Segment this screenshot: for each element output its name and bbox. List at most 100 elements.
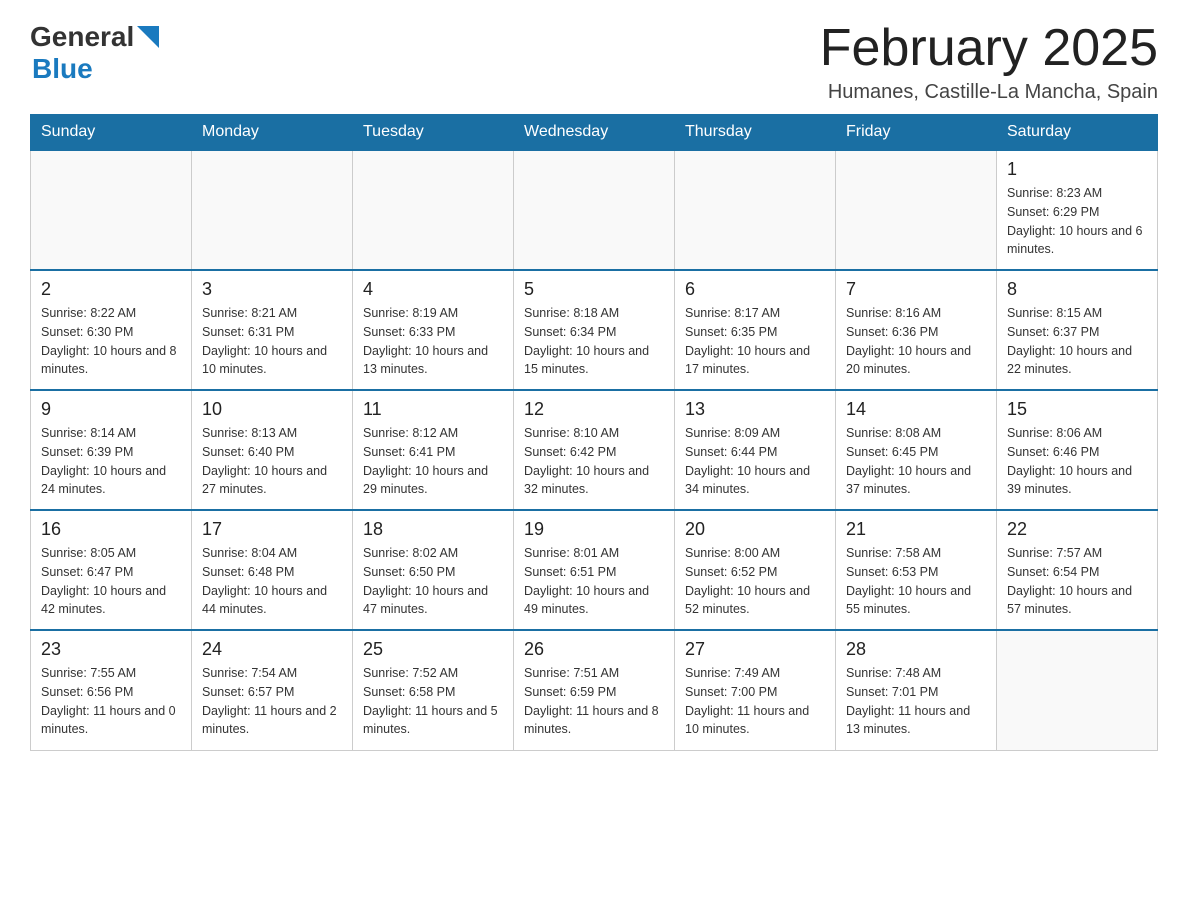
day-number: 10 <box>202 399 342 420</box>
day-info: Sunrise: 8:04 AM Sunset: 6:48 PM Dayligh… <box>202 544 342 619</box>
day-info: Sunrise: 8:00 AM Sunset: 6:52 PM Dayligh… <box>685 544 825 619</box>
day-number: 22 <box>1007 519 1147 540</box>
calendar-day-cell <box>997 630 1158 750</box>
day-info: Sunrise: 7:58 AM Sunset: 6:53 PM Dayligh… <box>846 544 986 619</box>
calendar-day-cell <box>31 150 192 270</box>
calendar-day-cell: 28 Sunrise: 7:48 AM Sunset: 7:01 PM Dayli… <box>836 630 997 750</box>
day-info: Sunrise: 8:09 AM Sunset: 6:44 PM Dayligh… <box>685 424 825 499</box>
calendar-table: SundayMondayTuesdayWednesdayThursdayFrid… <box>30 114 1158 751</box>
day-info: Sunrise: 8:16 AM Sunset: 6:36 PM Dayligh… <box>846 304 986 379</box>
calendar-week-row: 2Sunrise: 8:22 AM Sunset: 6:30 PM Daylig… <box>31 270 1158 390</box>
day-info: Sunrise: 7:55 AM Sunset: 6:56 PM Dayligh… <box>41 664 181 739</box>
weekday-header: Tuesday <box>353 115 514 151</box>
weekday-header: Wednesday <box>514 115 675 151</box>
calendar-day-cell: 21 Sunrise: 7:58 AM Sunset: 6:53 PM Dayli… <box>836 510 997 630</box>
day-number: 6 <box>685 279 825 300</box>
weekday-header: Saturday <box>997 115 1158 151</box>
day-number: 15 <box>1007 399 1147 420</box>
day-info: Sunrise: 8:01 AM Sunset: 6:51 PM Dayligh… <box>524 544 664 619</box>
day-info: Sunrise: 8:18 AM Sunset: 6:34 PM Dayligh… <box>524 304 664 379</box>
calendar-day-cell <box>192 150 353 270</box>
day-info: Sunrise: 7:54 AM Sunset: 6:57 PM Dayligh… <box>202 664 342 739</box>
calendar-day-cell: 11 Sunrise: 8:12 AM Sunset: 6:41 PM Dayli… <box>353 390 514 510</box>
day-number: 26 <box>524 639 664 660</box>
title-section: February 2025 Humanes, Castille-La Manch… <box>820 20 1158 104</box>
day-number: 13 <box>685 399 825 420</box>
day-info: Sunrise: 8:15 AM Sunset: 6:37 PM Dayligh… <box>1007 304 1147 379</box>
calendar-day-cell: 14 Sunrise: 8:08 AM Sunset: 6:45 PM Dayli… <box>836 390 997 510</box>
calendar-week-row: 16 Sunrise: 8:05 AM Sunset: 6:47 PM Dayli… <box>31 510 1158 630</box>
day-info: Sunrise: 8:02 AM Sunset: 6:50 PM Dayligh… <box>363 544 503 619</box>
calendar-day-cell: 25 Sunrise: 7:52 AM Sunset: 6:58 PM Dayli… <box>353 630 514 750</box>
day-info: Sunrise: 8:23 AM Sunset: 6:29 PM Dayligh… <box>1007 184 1147 259</box>
day-info: Sunrise: 8:19 AM Sunset: 6:33 PM Dayligh… <box>363 304 503 379</box>
weekday-header: Thursday <box>675 115 836 151</box>
day-info: Sunrise: 8:17 AM Sunset: 6:35 PM Dayligh… <box>685 304 825 379</box>
day-number: 5 <box>524 279 664 300</box>
calendar-day-cell: 3 Sunrise: 8:21 AM Sunset: 6:31 PM Daylig… <box>192 270 353 390</box>
day-info: Sunrise: 8:08 AM Sunset: 6:45 PM Dayligh… <box>846 424 986 499</box>
calendar-day-cell: 8 Sunrise: 8:15 AM Sunset: 6:37 PM Daylig… <box>997 270 1158 390</box>
calendar-day-cell: 17 Sunrise: 8:04 AM Sunset: 6:48 PM Dayli… <box>192 510 353 630</box>
calendar-day-cell: 1 Sunrise: 8:23 AM Sunset: 6:29 PM Daylig… <box>997 150 1158 270</box>
calendar-day-cell: 20 Sunrise: 8:00 AM Sunset: 6:52 PM Dayli… <box>675 510 836 630</box>
day-number: 3 <box>202 279 342 300</box>
day-number: 28 <box>846 639 986 660</box>
day-number: 16 <box>41 519 181 540</box>
calendar-day-cell: 4 Sunrise: 8:19 AM Sunset: 6:33 PM Daylig… <box>353 270 514 390</box>
day-info: Sunrise: 8:05 AM Sunset: 6:47 PM Dayligh… <box>41 544 181 619</box>
calendar-day-cell: 9 Sunrise: 8:14 AM Sunset: 6:39 PM Daylig… <box>31 390 192 510</box>
day-info: Sunrise: 7:48 AM Sunset: 7:01 PM Dayligh… <box>846 664 986 739</box>
day-number: 12 <box>524 399 664 420</box>
calendar-day-cell: 13 Sunrise: 8:09 AM Sunset: 6:44 PM Dayli… <box>675 390 836 510</box>
day-number: 9 <box>41 399 181 420</box>
calendar-week-row: 9 Sunrise: 8:14 AM Sunset: 6:39 PM Daylig… <box>31 390 1158 510</box>
day-number: 24 <box>202 639 342 660</box>
day-number: 7 <box>846 279 986 300</box>
day-number: 1 <box>1007 159 1147 180</box>
calendar-day-cell: 2Sunrise: 8:22 AM Sunset: 6:30 PM Daylig… <box>31 270 192 390</box>
weekday-header: Monday <box>192 115 353 151</box>
calendar-week-row: 23 Sunrise: 7:55 AM Sunset: 6:56 PM Dayli… <box>31 630 1158 750</box>
day-info: Sunrise: 8:06 AM Sunset: 6:46 PM Dayligh… <box>1007 424 1147 499</box>
day-info: Sunrise: 8:12 AM Sunset: 6:41 PM Dayligh… <box>363 424 503 499</box>
calendar-day-cell: 22 Sunrise: 7:57 AM Sunset: 6:54 PM Dayli… <box>997 510 1158 630</box>
day-number: 25 <box>363 639 503 660</box>
day-number: 21 <box>846 519 986 540</box>
day-number: 11 <box>363 399 503 420</box>
calendar-day-cell: 10Sunrise: 8:13 AM Sunset: 6:40 PM Dayli… <box>192 390 353 510</box>
calendar-day-cell: 24 Sunrise: 7:54 AM Sunset: 6:57 PM Dayli… <box>192 630 353 750</box>
day-info: Sunrise: 7:49 AM Sunset: 7:00 PM Dayligh… <box>685 664 825 739</box>
day-info: Sunrise: 8:10 AM Sunset: 6:42 PM Dayligh… <box>524 424 664 499</box>
day-number: 14 <box>846 399 986 420</box>
day-number: 20 <box>685 519 825 540</box>
day-number: 2 <box>41 279 181 300</box>
month-title: February 2025 <box>820 20 1158 77</box>
calendar-week-row: 1 Sunrise: 8:23 AM Sunset: 6:29 PM Daylig… <box>31 150 1158 270</box>
calendar-day-cell: 18Sunrise: 8:02 AM Sunset: 6:50 PM Dayli… <box>353 510 514 630</box>
logo: General Blue <box>30 20 159 85</box>
calendar-day-cell: 6 Sunrise: 8:17 AM Sunset: 6:35 PM Daylig… <box>675 270 836 390</box>
calendar-day-cell <box>353 150 514 270</box>
calendar-day-cell: 26Sunrise: 7:51 AM Sunset: 6:59 PM Dayli… <box>514 630 675 750</box>
calendar-day-cell: 27 Sunrise: 7:49 AM Sunset: 7:00 PM Dayli… <box>675 630 836 750</box>
day-info: Sunrise: 8:21 AM Sunset: 6:31 PM Dayligh… <box>202 304 342 379</box>
calendar-day-cell <box>514 150 675 270</box>
day-info: Sunrise: 7:57 AM Sunset: 6:54 PM Dayligh… <box>1007 544 1147 619</box>
day-number: 23 <box>41 639 181 660</box>
calendar-day-cell <box>836 150 997 270</box>
calendar-day-cell <box>675 150 836 270</box>
calendar-day-cell: 12 Sunrise: 8:10 AM Sunset: 6:42 PM Dayli… <box>514 390 675 510</box>
day-info: Sunrise: 7:52 AM Sunset: 6:58 PM Dayligh… <box>363 664 503 739</box>
day-number: 19 <box>524 519 664 540</box>
day-number: 27 <box>685 639 825 660</box>
day-number: 17 <box>202 519 342 540</box>
day-number: 4 <box>363 279 503 300</box>
day-info: Sunrise: 8:14 AM Sunset: 6:39 PM Dayligh… <box>41 424 181 499</box>
day-number: 8 <box>1007 279 1147 300</box>
calendar-day-cell: 23 Sunrise: 7:55 AM Sunset: 6:56 PM Dayli… <box>31 630 192 750</box>
calendar-day-cell: 7 Sunrise: 8:16 AM Sunset: 6:36 PM Daylig… <box>836 270 997 390</box>
calendar-day-cell: 16 Sunrise: 8:05 AM Sunset: 6:47 PM Dayli… <box>31 510 192 630</box>
calendar-day-cell: 15 Sunrise: 8:06 AM Sunset: 6:46 PM Dayli… <box>997 390 1158 510</box>
weekday-header: Sunday <box>31 115 192 151</box>
